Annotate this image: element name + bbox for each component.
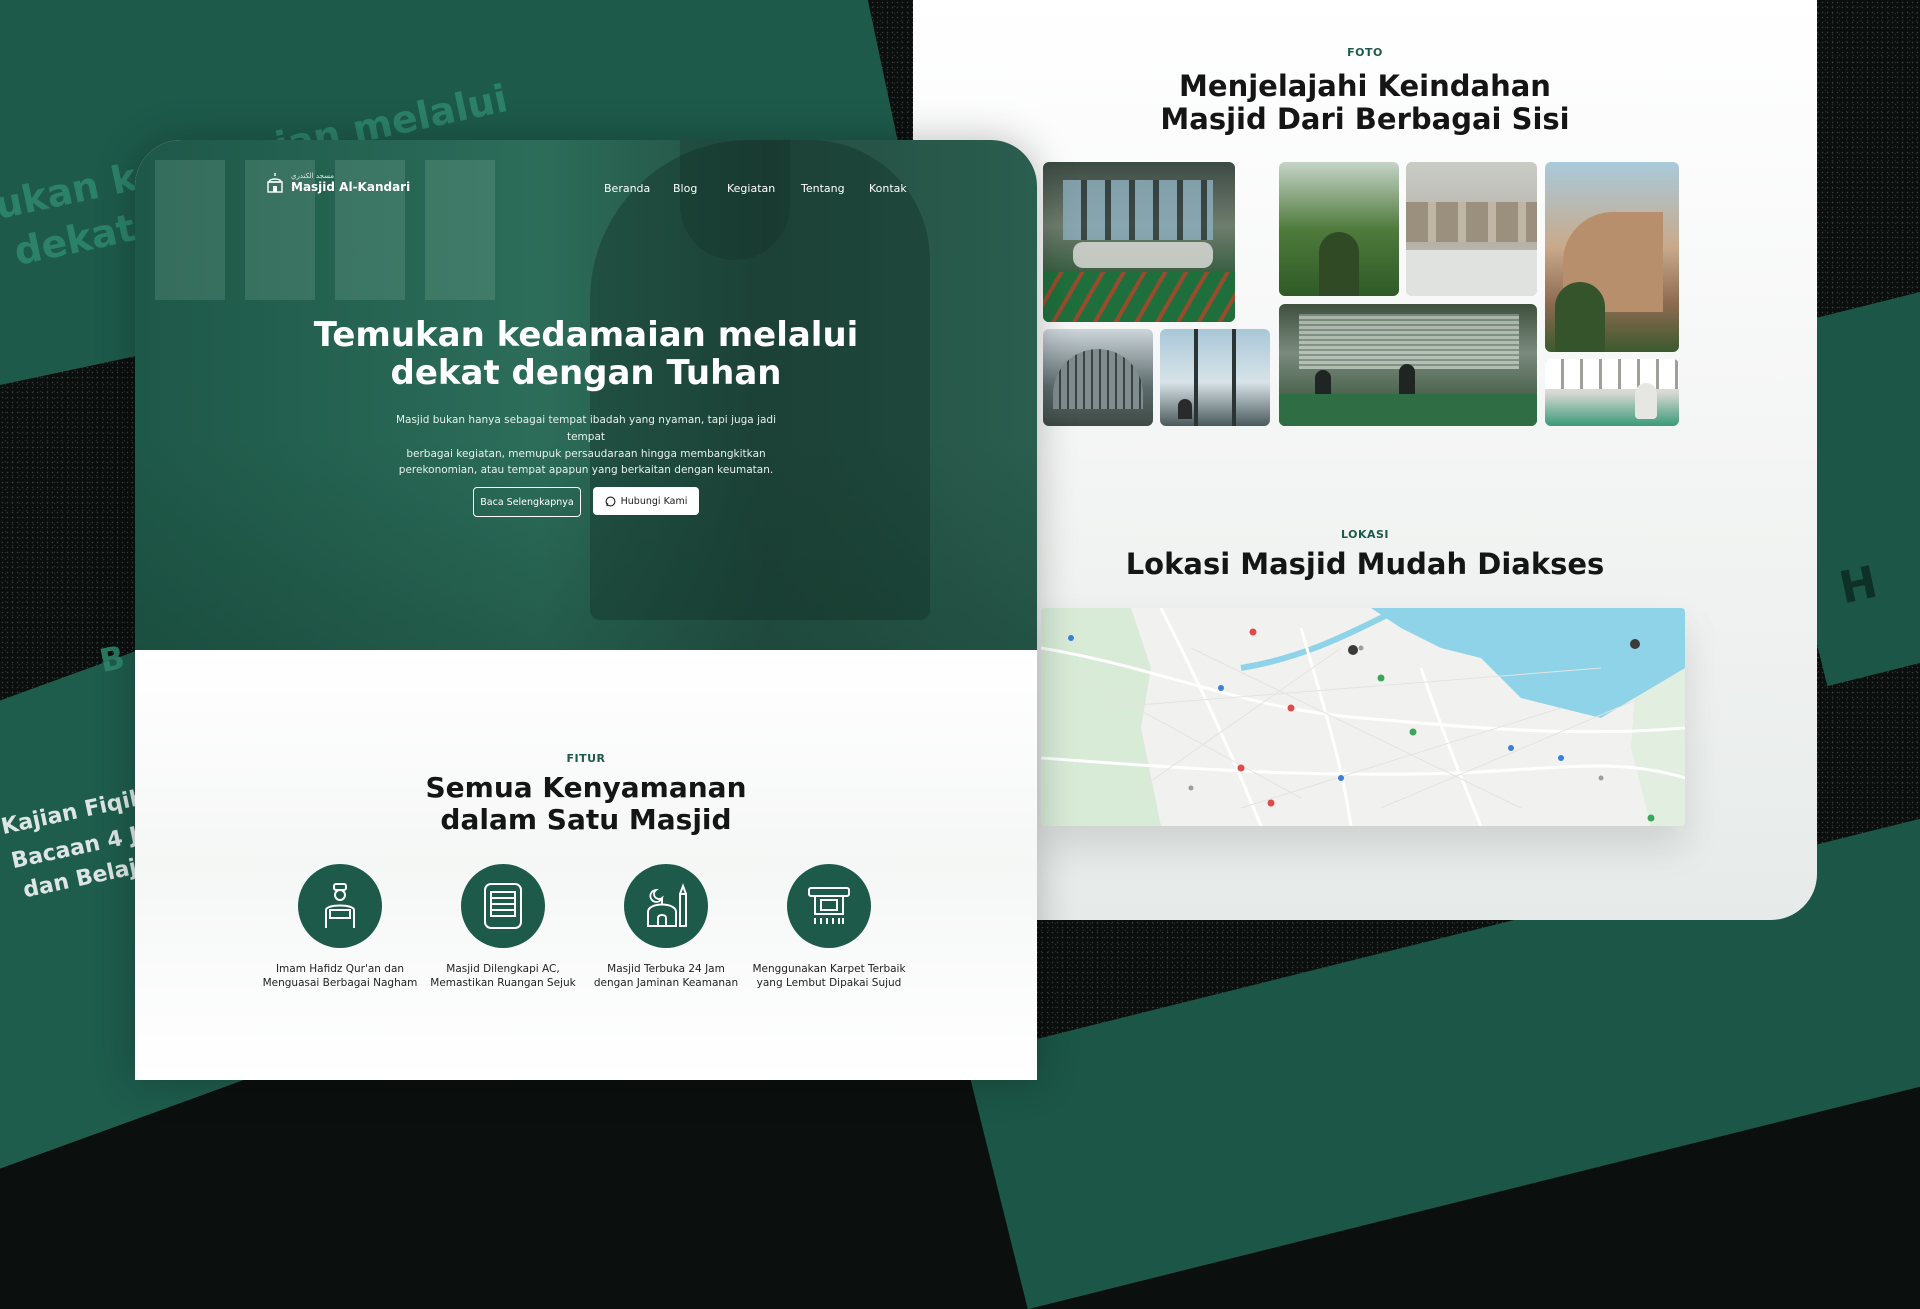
photo-carpet [1043, 272, 1235, 322]
photos-title: Menjelajahi Keindahan Masjid Dari Berbag… [1160, 69, 1570, 137]
nav-link-kontak[interactable]: Kontak [869, 182, 907, 195]
gallery-photo[interactable] [1043, 162, 1235, 322]
contact-button[interactable]: Hubungi Kami [593, 487, 699, 515]
feature-item-mosque: Masjid Terbuka 24 Jam dengan Jaminan Kea… [585, 864, 747, 990]
features-eyebrow: FITUR [566, 752, 606, 765]
hero-description: Masjid bukan hanya sebagai tempat ibadah… [395, 414, 777, 477]
gallery-photo[interactable] [1279, 304, 1537, 426]
location-map[interactable] [1041, 608, 1685, 826]
photo-person [1635, 383, 1657, 419]
feature-item-carpet: Menggunakan Karpet Terbaik yang Lembut D… [748, 864, 910, 990]
feature-icon-circle [624, 864, 708, 948]
photo-columns [1545, 359, 1679, 389]
map-svg [1041, 608, 1685, 826]
gallery-photo[interactable] [1160, 329, 1270, 426]
location-title: Lokasi Masjid Mudah Diakses [1125, 547, 1605, 581]
photo-window-frame [1160, 329, 1270, 426]
feature-text: Masjid Dilengkapi AC, Memastikan Ruangan… [430, 963, 576, 990]
feature-text: Menggunakan Karpet Terbaik yang Lembut D… [752, 963, 906, 990]
photo-gallery [1043, 162, 1679, 426]
hero-figure-head [680, 140, 790, 260]
photo-carpet [1279, 394, 1537, 426]
photo-dome [1053, 349, 1143, 409]
imam-icon [325, 883, 355, 928]
photo-plant [1319, 232, 1359, 296]
feature-item-imam: Imam Hafidz Qur'an dan Menguasai Berbaga… [259, 864, 421, 990]
feature-icon-circle [787, 864, 871, 948]
carpet-icon [808, 887, 850, 924]
right-mockup-panel: FOTO Menjelajahi Keindahan Masjid Dari B… [913, 0, 1817, 920]
gallery-photo[interactable] [1545, 359, 1679, 426]
photo-window [1063, 180, 1213, 240]
hero-section: مسجد الكندري Masjid Al-Kandari Beranda B… [135, 140, 1037, 650]
air-conditioner-icon [484, 883, 522, 929]
feature-icon-circle [298, 864, 382, 948]
photo-worshippers [1073, 242, 1213, 268]
nav-link-beranda[interactable]: Beranda [604, 182, 650, 195]
mosque-icon [647, 883, 687, 927]
features-title: Semua Kenyamanan dalam Satu Masjid [425, 771, 747, 837]
hero-title: Temukan kedamaian melalui dekat dengan T… [313, 315, 859, 394]
photo-arches [1406, 202, 1537, 242]
feature-text: Masjid Terbuka 24 Jam dengan Jaminan Kea… [593, 963, 739, 990]
logo[interactable]: مسجد الكندري Masjid Al-Kandari [265, 172, 410, 194]
read-more-button[interactable]: Baca Selengkapnya [473, 487, 581, 517]
feature-text: Imam Hafidz Qur'an dan Menguasai Berbaga… [262, 963, 418, 990]
gallery-photo[interactable] [1279, 162, 1399, 296]
logo-name: Masjid Al-Kandari [291, 180, 411, 194]
photo-blinds [1299, 314, 1519, 369]
feature-icon-circle [461, 864, 545, 948]
left-mockup-panel: مسجد الكندري Masjid Al-Kandari Beranda B… [135, 140, 1037, 1080]
nav-link-kegiatan[interactable]: Kegiatan [727, 182, 775, 195]
photo-person [1178, 399, 1192, 419]
nav-link-blog[interactable]: Blog [673, 182, 697, 195]
logo-arabic: مسجد الكندري [291, 172, 335, 180]
nav-link-tentang[interactable]: Tentang [801, 182, 845, 195]
feature-item-ac: Masjid Dilengkapi AC, Memastikan Ruangan… [422, 864, 584, 990]
gallery-photo[interactable] [1545, 162, 1679, 352]
photo-plant [1555, 282, 1605, 352]
gallery-photo[interactable] [1406, 162, 1537, 296]
photo-person [1399, 364, 1415, 394]
mosque-logo-icon [267, 173, 283, 193]
whatsapp-icon [605, 496, 616, 506]
gallery-photo[interactable] [1043, 329, 1153, 426]
location-eyebrow: LOKASI [1340, 528, 1390, 541]
photos-eyebrow: FOTO [1347, 46, 1383, 59]
photo-person [1315, 370, 1331, 394]
photo-courtyard [1406, 250, 1537, 296]
